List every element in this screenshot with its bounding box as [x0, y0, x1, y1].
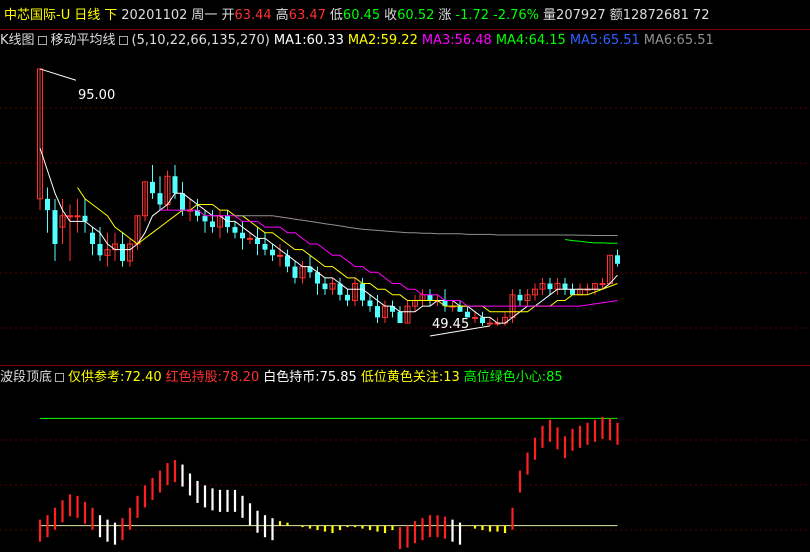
- candle-body: [82, 215, 88, 222]
- candle-body: [150, 181, 155, 194]
- candle-body: [67, 215, 73, 218]
- kline-chart[interactable]: 95.00 49.45: [0, 0, 810, 552]
- candle-body: [180, 193, 185, 211]
- candle-body: [210, 221, 215, 228]
- candle-body: [247, 237, 253, 240]
- candle-body: [90, 232, 95, 244]
- ma4-line: [564, 239, 618, 244]
- candle-body: [345, 294, 350, 301]
- candle-body: [270, 249, 275, 256]
- candle-body: [52, 210, 58, 244]
- candle-body: [599, 283, 606, 286]
- candle-body: [472, 316, 478, 319]
- candle-body: [172, 176, 178, 194]
- candle-body: [292, 266, 298, 278]
- candle-body: [74, 215, 81, 218]
- high-annotation-line: [39, 68, 77, 81]
- low-price-annotation: 49.45: [432, 317, 469, 332]
- candle-body: [360, 283, 365, 301]
- candle-body: [397, 311, 403, 324]
- candle-body: [97, 244, 103, 256]
- candle-body: [480, 317, 485, 324]
- high-price-annotation: 95.00: [78, 88, 115, 103]
- candle-body: [427, 294, 433, 301]
- candle-body: [570, 289, 575, 295]
- candle-body: [255, 238, 260, 244]
- candle-body: [240, 232, 245, 239]
- candle-body: [45, 198, 50, 211]
- candle-body: [262, 244, 268, 250]
- candle-body: [517, 294, 523, 301]
- candle-body: [277, 254, 283, 257]
- candle-body: [367, 300, 373, 307]
- candle-body: [120, 244, 125, 261]
- candle-body: [457, 306, 463, 312]
- candle-body: [157, 193, 163, 205]
- candle-body: [322, 283, 328, 290]
- candle-body: [375, 306, 380, 318]
- candle-body: [562, 283, 568, 290]
- candle-body: [615, 255, 620, 264]
- candle-body: [202, 215, 208, 222]
- candle-body: [232, 227, 238, 233]
- candle-body: [487, 322, 493, 325]
- candle-body: [547, 283, 553, 290]
